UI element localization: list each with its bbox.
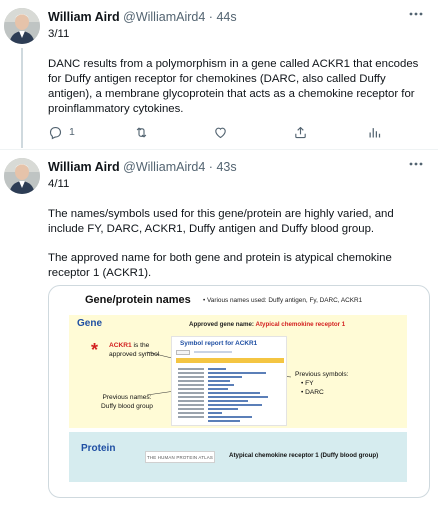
image-title: Gene/protein names: [85, 294, 191, 306]
human-protein-atlas-logo: THE HUMAN PROTEIN ATLAS: [145, 451, 215, 463]
previous-names-heading: Previous names:: [102, 394, 152, 401]
more-options-button[interactable]: [408, 6, 424, 25]
views-button[interactable]: [367, 125, 388, 140]
report-row: [178, 416, 282, 418]
previous-symbols-note: Previous symbols: FY DARC: [295, 370, 349, 397]
report-row: [178, 420, 282, 422]
report-row: [178, 388, 282, 390]
approved-symbol-note: ACKR1 is the approved symbol: [109, 342, 159, 359]
author-avatar[interactable]: [4, 8, 40, 44]
separator-dot: ·: [208, 160, 213, 174]
report-row: [178, 400, 282, 402]
author-handle[interactable]: @WilliamAird4: [123, 10, 205, 24]
more-horizontal-icon: [409, 162, 423, 166]
approved-gene-name: Approved gene name: Atypical chemokine r…: [189, 321, 345, 328]
previous-symbol-item: FY: [301, 379, 349, 388]
gene-section-label: Gene: [77, 318, 103, 329]
protein-name: Atypical chemokine receptor 1 (Duffy blo…: [229, 452, 379, 459]
author-name[interactable]: William Aird: [48, 160, 120, 174]
heart-icon: [215, 127, 227, 138]
avatar-photo: [4, 158, 40, 194]
tweet-header: William Aird @WilliamAird4 · 44s: [48, 10, 237, 24]
share-icon: [295, 126, 306, 138]
like-button[interactable]: [213, 125, 234, 140]
more-options-button[interactable]: [408, 156, 424, 175]
previous-symbols-heading: Previous symbols:: [295, 371, 349, 378]
avatar-photo: [4, 8, 40, 44]
ackr1-symbol: ACKR1: [109, 342, 132, 349]
author-name[interactable]: William Aird: [48, 10, 120, 24]
reply-icon: [49, 126, 62, 139]
author-handle[interactable]: @WilliamAird4: [123, 160, 205, 174]
tweet-text-paragraph-1: The names/symbols used for this gene/pro…: [48, 208, 394, 235]
retweet-button[interactable]: [134, 125, 155, 140]
more-horizontal-icon: [409, 12, 423, 16]
report-tab-link: [194, 351, 232, 353]
separator-dot: ·: [208, 10, 213, 24]
share-button[interactable]: [293, 125, 308, 140]
report-row: [178, 396, 282, 398]
gene-panel: Gene Approved gene name: Atypical chemok…: [69, 315, 407, 428]
tweet-4-of-11[interactable]: William Aird @WilliamAird4 · 43s 4/11 Th…: [0, 150, 438, 509]
thread-counter: 3/11: [48, 28, 70, 40]
report-row: [178, 392, 282, 394]
previous-names-note: Previous names: Duffy blood group: [91, 393, 163, 411]
report-row: [178, 380, 282, 382]
tweet-text: DANC results from a polymorphism in a ge…: [48, 58, 419, 115]
previous-symbols-list: FY DARC: [295, 379, 349, 397]
timestamp[interactable]: 43s: [216, 160, 236, 174]
report-header-bar: [176, 358, 284, 363]
protein-panel: Protein THE HUMAN PROTEIN ATLAS Atypical…: [69, 432, 407, 482]
symbol-report-title: Symbol report for ACKR1: [180, 340, 258, 347]
reply-count: 1: [69, 126, 75, 138]
symbol-report-screenshot: Symbol report for ACKR1: [171, 336, 287, 426]
retweet-icon: [136, 127, 146, 137]
reply-button[interactable]: 1: [48, 125, 75, 140]
report-tab: [176, 350, 190, 355]
approved-gene-name-value: Atypical chemokine receptor 1: [255, 321, 346, 328]
previous-symbol-item: DARC: [301, 388, 349, 397]
approved-symbol-text: approved symbol: [109, 350, 160, 358]
approved-gene-name-prefix: Approved gene name:: [189, 321, 256, 328]
previous-names-value: Duffy blood group: [101, 403, 153, 410]
author-avatar[interactable]: [4, 158, 40, 194]
analytics-icon: [369, 127, 381, 137]
protein-section-label: Protein: [81, 443, 116, 454]
tweet-header: William Aird @WilliamAird4 · 43s: [48, 160, 237, 174]
report-row: [178, 376, 282, 378]
tweet-image[interactable]: Gene/protein names • Various names used:…: [48, 285, 430, 498]
report-row: [178, 384, 282, 386]
report-row: [178, 412, 282, 414]
thread-counter: 4/11: [48, 178, 70, 190]
tweet-3-of-11[interactable]: William Aird @WilliamAird4 · 44s 3/11 DA…: [0, 0, 438, 150]
report-row: [178, 408, 282, 410]
various-names-note: • Various names used: Duffy antigen, Fy,…: [203, 297, 363, 304]
tweet-text-paragraph-2: The approved name for both gene and prot…: [48, 252, 392, 279]
report-row: [178, 372, 282, 374]
is-the-text: is the: [131, 342, 150, 349]
tweet-actions: 1: [48, 123, 388, 141]
asterisk-marker: *: [91, 340, 99, 360]
timestamp[interactable]: 44s: [216, 10, 236, 24]
report-row: [178, 368, 282, 370]
report-row: [178, 404, 282, 406]
thread-connector: [21, 48, 23, 148]
